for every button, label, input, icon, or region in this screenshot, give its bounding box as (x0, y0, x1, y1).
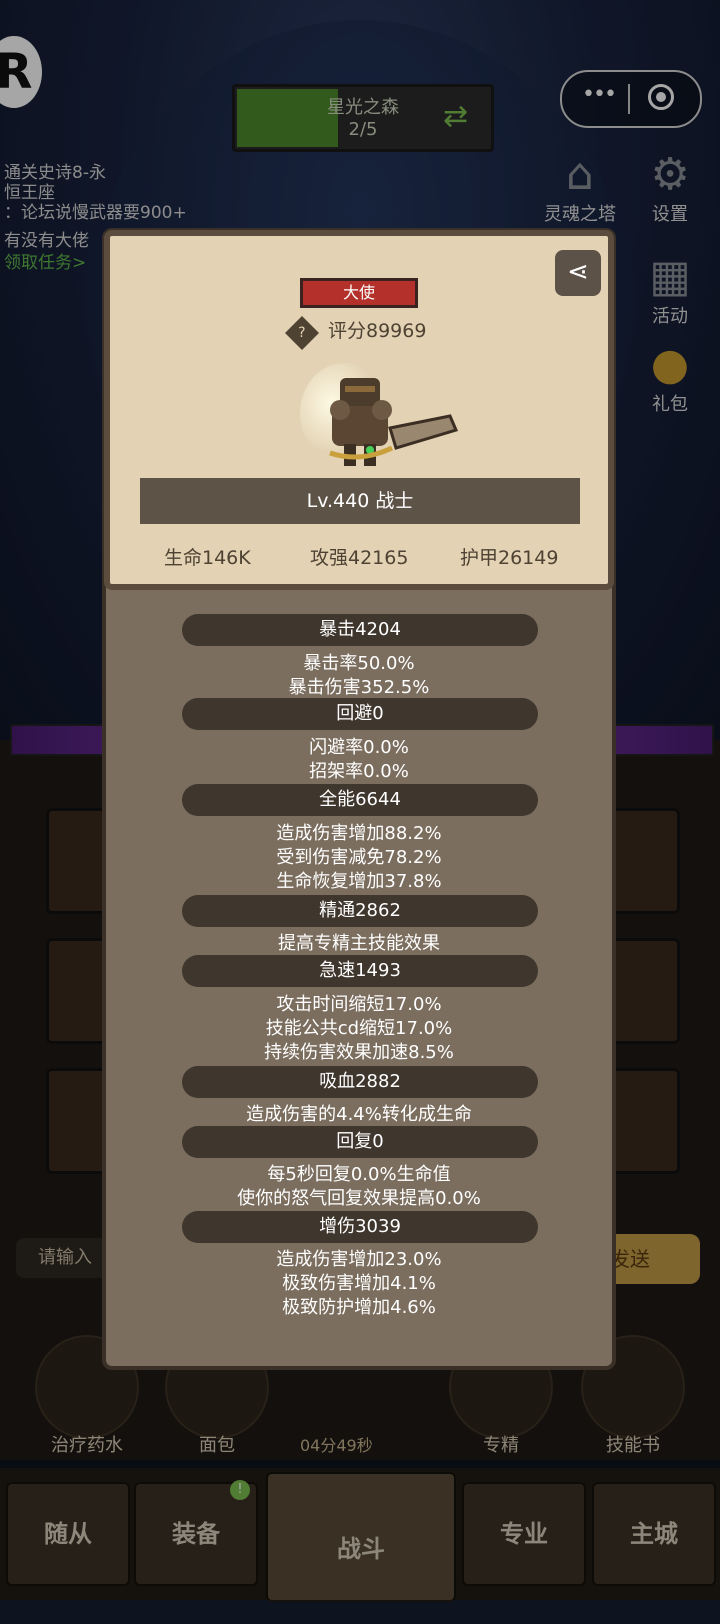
share-button[interactable]: ⋖ (555, 250, 601, 296)
title-badge: 大使 (300, 278, 418, 308)
level-class-bar: Lv.440 战士 (140, 478, 580, 524)
stat-line: 受到伤害减免78.2% (276, 847, 442, 868)
stat-line: 攻击时间缩短17.0% (276, 994, 442, 1015)
stat-line: 每5秒回复0.0%生命值 (267, 1164, 451, 1185)
section-damage-bonus: 增伤3039 (182, 1211, 538, 1243)
stat-line: 造成伤害增加88.2% (276, 823, 442, 844)
warrior-avatar (300, 363, 459, 466)
section-versatility: 全能6644 (182, 784, 538, 816)
stat-line: 暴击率50.0% (303, 653, 415, 674)
section-avoidance: 回避0 (182, 698, 538, 730)
stat-armor: 护甲26149 (460, 547, 559, 569)
stat-line: 技能公共cd缩短17.0% (265, 1018, 453, 1039)
stat-line: 暴击伤害352.5% (288, 677, 430, 698)
stat-line: 提高专精主技能效果 (278, 933, 440, 954)
stat-line: 造成伤害的4.4%转化成生命 (246, 1104, 472, 1125)
stat-line: 使你的怒气回复效果提高0.0% (237, 1188, 481, 1209)
stat-line: 生命恢复增加37.8% (276, 871, 442, 892)
section-haste: 急速1493 (182, 955, 538, 987)
section-lifesteal: 吸血2882 (182, 1066, 538, 1098)
stat-line: 持续伤害效果加速8.5% (264, 1042, 454, 1063)
stat-attack-power: 攻强42165 (310, 547, 409, 569)
stat-line: 造成伤害增加23.0% (276, 1249, 442, 1270)
stat-line: 招架率0.0% (309, 761, 409, 782)
section-critical: 暴击4204 (182, 614, 538, 646)
help-icon[interactable]: ? (285, 316, 319, 350)
section-regeneration: 回复0 (182, 1126, 538, 1158)
stat-line: 极致防护增加4.6% (282, 1297, 436, 1318)
stat-line: 极致伤害增加4.1% (282, 1273, 436, 1294)
share-icon: ⋖ (567, 257, 589, 287)
score-row: ? 评分89969 (285, 316, 427, 350)
stat-line: 闪避率0.0% (309, 737, 409, 758)
section-mastery: 精通2862 (182, 895, 538, 927)
score-value: 评分89969 (328, 320, 427, 342)
stat-health: 生命146K (164, 547, 251, 569)
